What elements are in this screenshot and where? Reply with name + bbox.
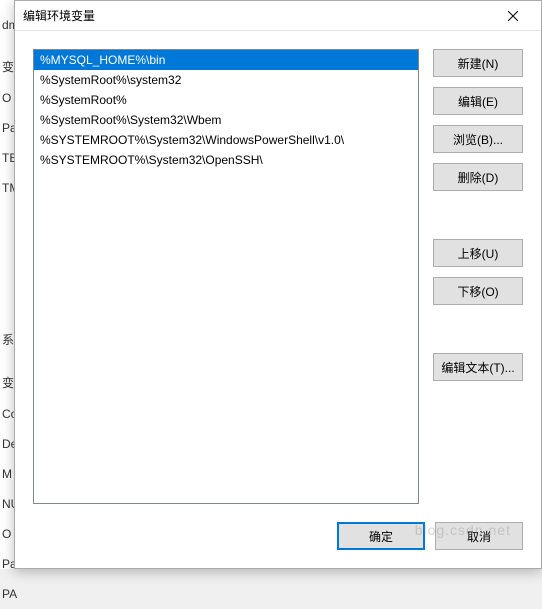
ok-button[interactable]: 确定	[337, 522, 425, 550]
close-button[interactable]	[493, 2, 533, 30]
move-up-button[interactable]: 上移(U)	[433, 239, 523, 267]
dialog-footer: 确定 取消	[15, 512, 541, 568]
edit-env-var-dialog: 编辑环境变量 %MYSQL_HOME%\bin %SystemRoot%\sys…	[14, 0, 542, 569]
titlebar: 编辑环境变量	[15, 1, 541, 31]
list-item[interactable]: %MYSQL_HOME%\bin	[34, 50, 418, 70]
move-down-button[interactable]: 下移(O)	[433, 277, 523, 305]
browse-button[interactable]: 浏览(B)...	[433, 125, 523, 153]
bg-label: PA	[0, 579, 29, 609]
new-button[interactable]: 新建(N)	[433, 49, 523, 77]
side-buttons: 新建(N) 编辑(E) 浏览(B)... 删除(D) 上移(U) 下移(O) 编…	[433, 49, 523, 504]
list-item[interactable]: %SystemRoot%\System32\Wbem	[34, 110, 418, 130]
list-item[interactable]: %SYSTEMROOT%\System32\WindowsPowerShell\…	[34, 130, 418, 150]
close-icon	[508, 11, 518, 21]
cancel-button[interactable]: 取消	[435, 522, 523, 550]
edit-button[interactable]: 编辑(E)	[433, 87, 523, 115]
edit-text-button[interactable]: 编辑文本(T)...	[433, 353, 523, 381]
dialog-title: 编辑环境变量	[23, 7, 95, 24]
list-item[interactable]: %SystemRoot%	[34, 90, 418, 110]
delete-button[interactable]: 删除(D)	[433, 163, 523, 191]
dialog-content: %MYSQL_HOME%\bin %SystemRoot%\system32 %…	[15, 31, 541, 512]
list-item[interactable]: %SYSTEMROOT%\System32\OpenSSH\	[34, 150, 418, 170]
path-listbox[interactable]: %MYSQL_HOME%\bin %SystemRoot%\system32 %…	[33, 49, 419, 504]
list-item[interactable]: %SystemRoot%\system32	[34, 70, 418, 90]
